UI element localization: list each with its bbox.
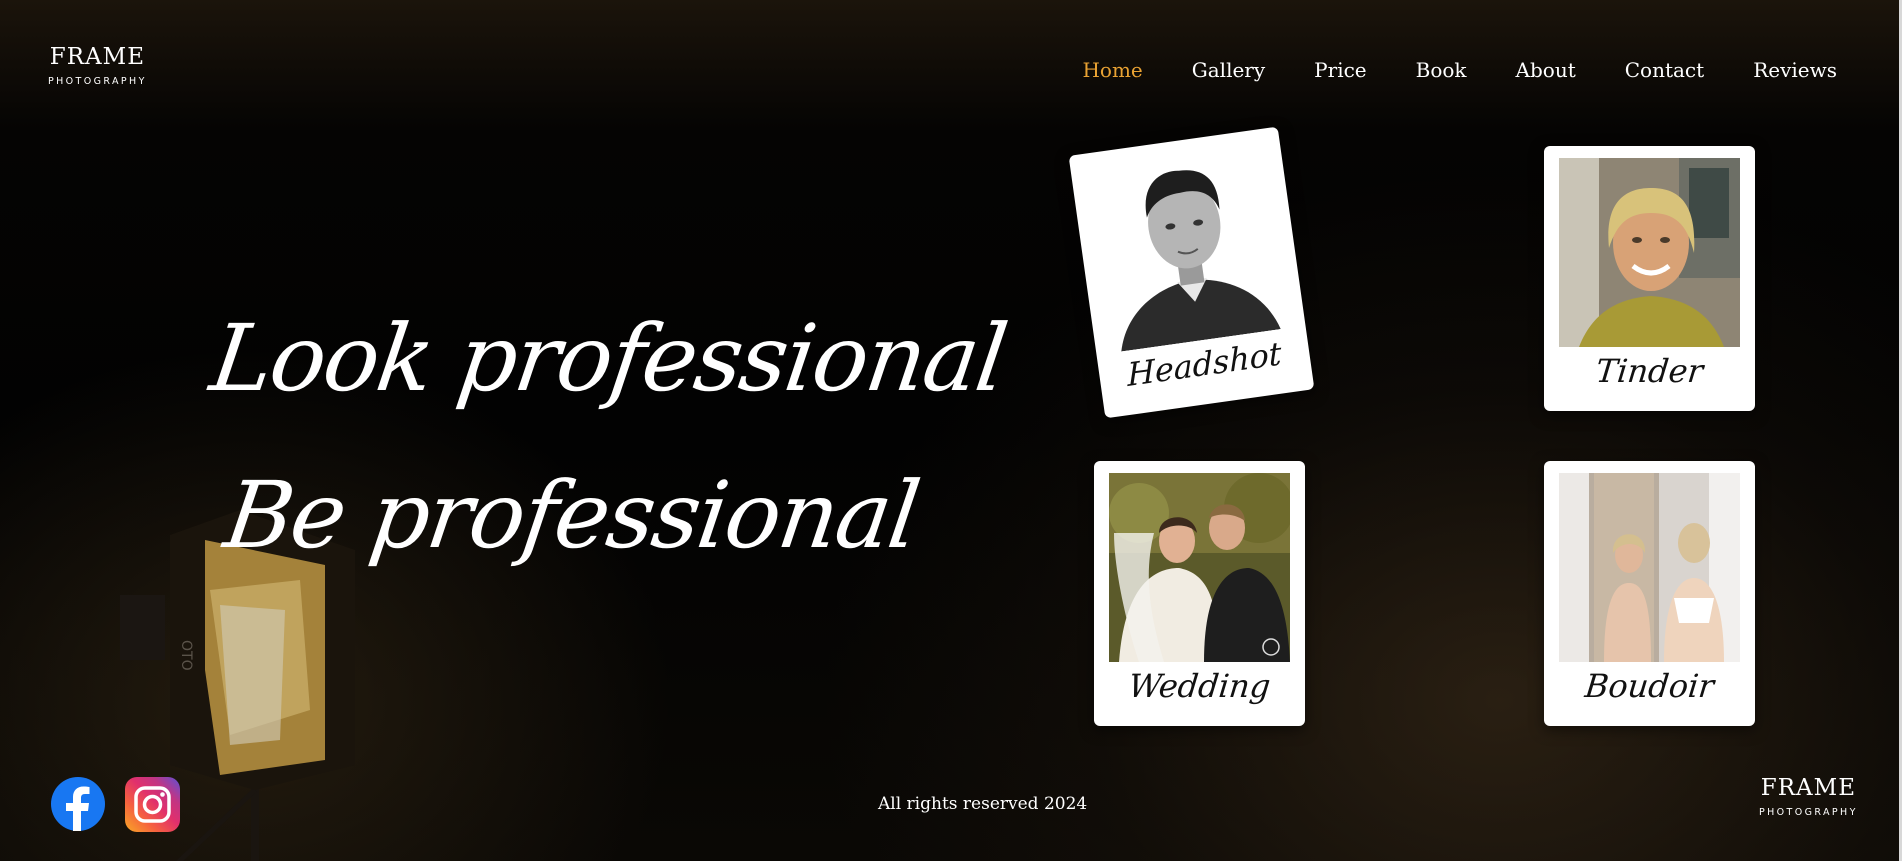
- card-caption: Wedding: [1126, 667, 1273, 705]
- logo-subtitle: PHOTOGRAPHY: [1759, 807, 1858, 818]
- hero-headline-1: Look professional: [204, 305, 1012, 412]
- facebook-icon[interactable]: [51, 777, 105, 831]
- nav-gallery[interactable]: Gallery: [1192, 56, 1265, 84]
- card-boudoir[interactable]: Boudoir: [1544, 461, 1755, 726]
- card-caption: Boudoir: [1583, 667, 1716, 705]
- nav-reviews[interactable]: Reviews: [1753, 56, 1837, 84]
- boudoir-photo: [1559, 473, 1740, 662]
- footer-logo[interactable]: FRAME PHOTOGRAPHY: [1759, 775, 1858, 818]
- card-wedding[interactable]: Wedding: [1094, 461, 1305, 726]
- headshot-photo: [1085, 140, 1291, 353]
- copyright-text: All rights reserved 2024: [878, 794, 1088, 814]
- card-tinder[interactable]: Tinder: [1544, 146, 1755, 411]
- main-nav: Home Gallery Price Book About Contact Re…: [1033, 56, 1837, 84]
- nav-book[interactable]: Book: [1416, 56, 1467, 84]
- nav-price[interactable]: Price: [1314, 56, 1366, 84]
- logo-subtitle: PHOTOGRAPHY: [48, 76, 147, 87]
- logo-word: FRAME: [49, 44, 146, 70]
- nav-about[interactable]: About: [1516, 56, 1576, 84]
- wedding-photo: [1109, 473, 1290, 662]
- nav-contact[interactable]: Contact: [1625, 56, 1704, 84]
- page: OTO FRAME PHOTOGRAPHY Home Gallery Price…: [0, 0, 1902, 861]
- card-caption: Tinder: [1594, 352, 1705, 390]
- svg-text:OTO: OTO: [178, 640, 194, 671]
- tinder-photo: [1559, 158, 1740, 347]
- logo-word: FRAME: [1760, 775, 1857, 801]
- card-headshot[interactable]: Headshot: [1068, 126, 1315, 419]
- instagram-icon[interactable]: [125, 777, 180, 832]
- nav-home[interactable]: Home: [1082, 56, 1142, 84]
- hero-headline-2: Be professional: [218, 462, 925, 569]
- header-logo[interactable]: FRAME PHOTOGRAPHY: [48, 44, 147, 87]
